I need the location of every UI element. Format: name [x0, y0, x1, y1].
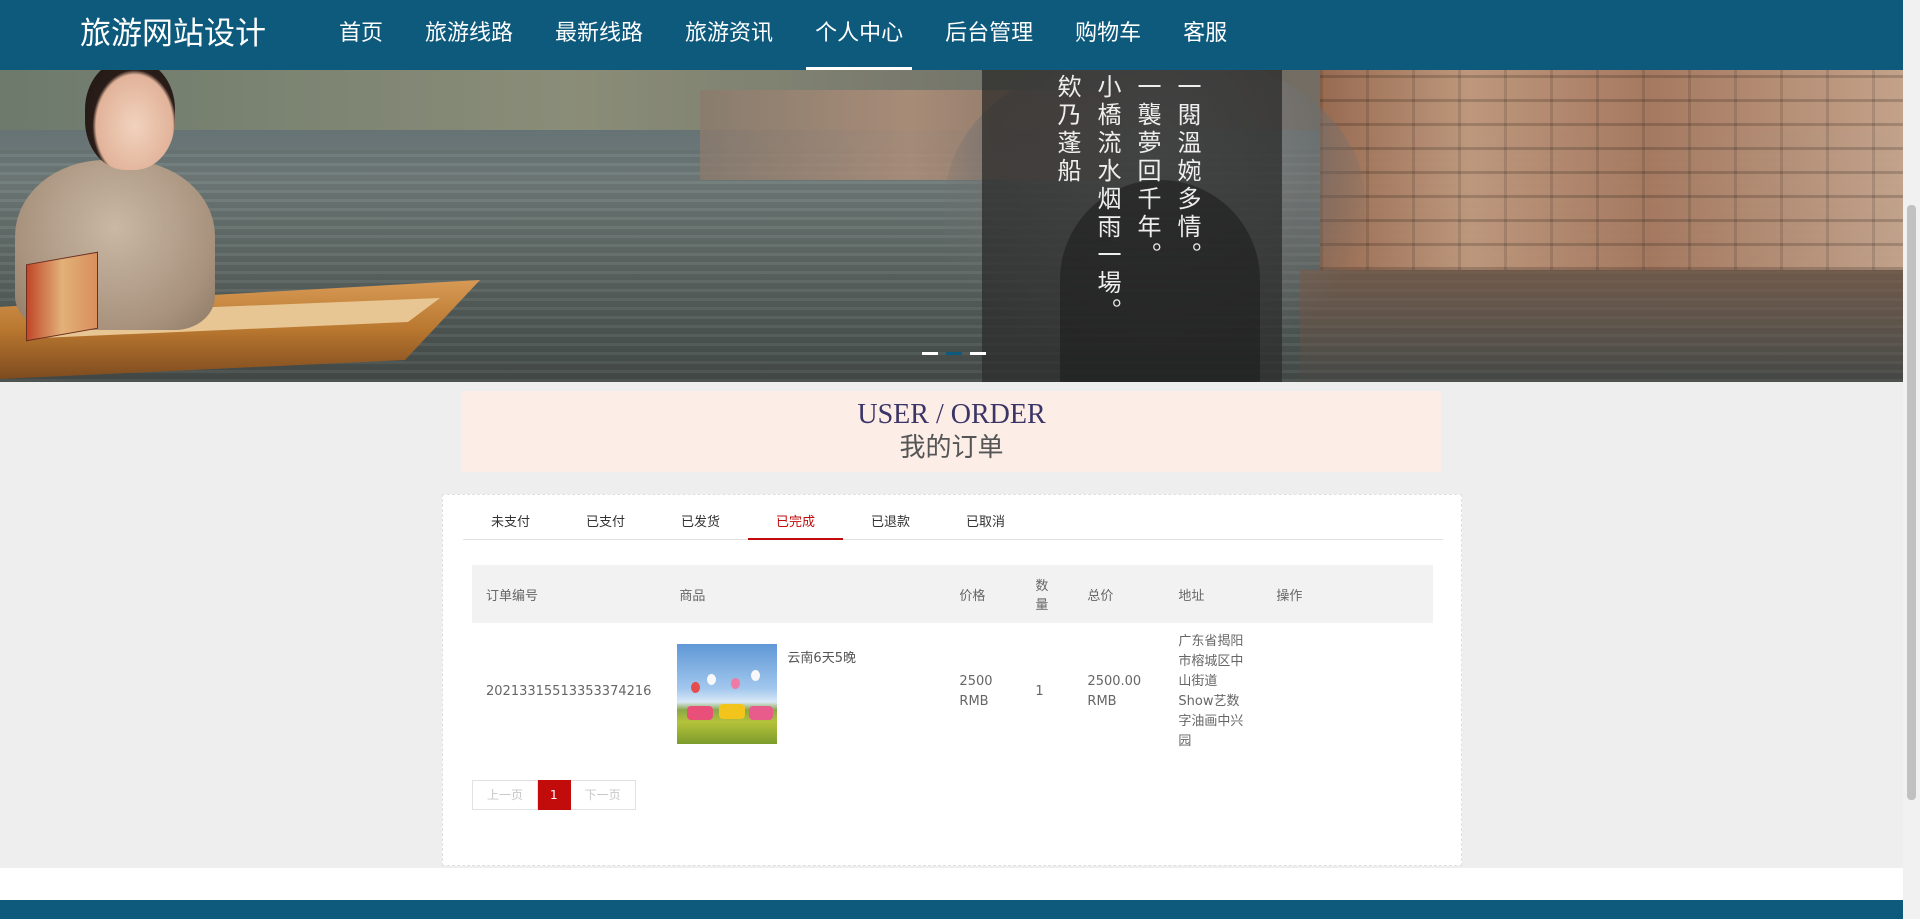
- nav-item-home[interactable]: 首页: [318, 0, 404, 70]
- stone-house-image: [1320, 70, 1903, 270]
- nav-item-new-routes[interactable]: 最新线路: [534, 0, 664, 70]
- pagination: 上一页 1 下一页: [472, 780, 636, 810]
- header-price: 价格: [945, 565, 1022, 623]
- header-order-no: 订单编号: [472, 565, 666, 623]
- book-image: [26, 251, 98, 342]
- tab-unpaid[interactable]: 未支付: [463, 506, 558, 539]
- top-nav: 旅游网站设计 首页 旅游线路 最新线路 旅游资讯 个人中心 后台管理 购物车 客…: [0, 0, 1903, 70]
- header-address: 地址: [1164, 565, 1263, 623]
- cell-order-no: 20213315513353374216: [486, 684, 652, 699]
- site-brand[interactable]: 旅游网站设计: [80, 14, 266, 54]
- section-title-box: USER / ORDER 我的订单: [462, 391, 1441, 472]
- scrollbar-thumb[interactable]: [1907, 205, 1916, 800]
- table-header-row: 订单编号 商品 价格 数量 总价 地址 操作: [472, 565, 1433, 623]
- cell-total: 2500.00 RMB: [1087, 674, 1142, 709]
- product-name-link[interactable]: 云南6天5晚: [787, 649, 856, 669]
- tab-paid[interactable]: 已支付: [558, 506, 653, 539]
- next-page-button[interactable]: 下一页: [570, 780, 636, 810]
- carousel-indicators: [922, 352, 986, 355]
- order-status-tabs: 未支付 已支付 已发货 已完成 已退款 已取消: [463, 506, 1443, 540]
- main-menu: 首页 旅游线路 最新线路 旅游资讯 个人中心 后台管理 购物车 客服: [318, 0, 1248, 70]
- tab-completed[interactable]: 已完成: [748, 506, 843, 540]
- product-thumbnail[interactable]: [677, 644, 778, 744]
- tab-refunded[interactable]: 已退款: [843, 506, 938, 539]
- cell-address: 广东省揭阳市榕城区中山街道Show艺数字油画中兴园: [1178, 634, 1244, 749]
- nav-item-news[interactable]: 旅游资讯: [664, 0, 794, 70]
- cell-product: 云南6天5晚: [665, 623, 945, 761]
- poem-line: 一襲夢回千年。: [1133, 74, 1161, 270]
- tab-cancelled[interactable]: 已取消: [938, 506, 1033, 539]
- poem-line: 小橋流水烟雨一場。: [1093, 74, 1121, 326]
- header-action: 操作: [1262, 565, 1433, 623]
- header-qty: 数量: [1021, 565, 1074, 623]
- tab-shipped[interactable]: 已发货: [653, 506, 748, 539]
- order-panel: 未支付 已支付 已发货 已完成 已退款 已取消 订单编号 商品 价格 数量 总价…: [442, 494, 1462, 866]
- page-scrollbar[interactable]: [1903, 0, 1920, 919]
- table-row: 20213315513353374216 云南6天5晚 2500 RMB 1 2…: [472, 623, 1433, 761]
- carousel-dot[interactable]: [970, 352, 986, 355]
- poem-line: 欸乃蓬船: [1053, 74, 1081, 186]
- nav-item-profile[interactable]: 个人中心: [794, 0, 924, 70]
- section-title-cn: 我的订单: [899, 433, 1004, 463]
- nav-item-service[interactable]: 客服: [1162, 0, 1248, 70]
- orders-table: 订单编号 商品 价格 数量 总价 地址 操作 20213315513353374…: [472, 565, 1433, 761]
- header-total: 总价: [1073, 565, 1165, 623]
- header-product: 商品: [665, 565, 946, 623]
- poem-line: 一閱溫婉多情。: [1173, 74, 1201, 270]
- nav-item-routes[interactable]: 旅游线路: [404, 0, 534, 70]
- footer-bar: [0, 900, 1903, 919]
- carousel-dot[interactable]: [922, 352, 938, 355]
- cell-price: 2500 RMB: [959, 674, 993, 709]
- page-number-button[interactable]: 1: [538, 780, 571, 810]
- prev-page-button[interactable]: 上一页: [472, 780, 539, 810]
- hero-banner: 一閱溫婉多情。 一襲夢回千年。 小橋流水烟雨一場。 欸乃蓬船: [0, 70, 1903, 382]
- carousel-dot[interactable]: [946, 352, 962, 355]
- footer-spacer: [0, 868, 1903, 900]
- section-title-en: USER / ORDER: [857, 399, 1046, 430]
- nav-item-cart[interactable]: 购物车: [1054, 0, 1162, 70]
- cell-qty: 1: [1035, 684, 1044, 699]
- cell-action: [1262, 623, 1433, 761]
- nav-item-admin[interactable]: 后台管理: [924, 0, 1054, 70]
